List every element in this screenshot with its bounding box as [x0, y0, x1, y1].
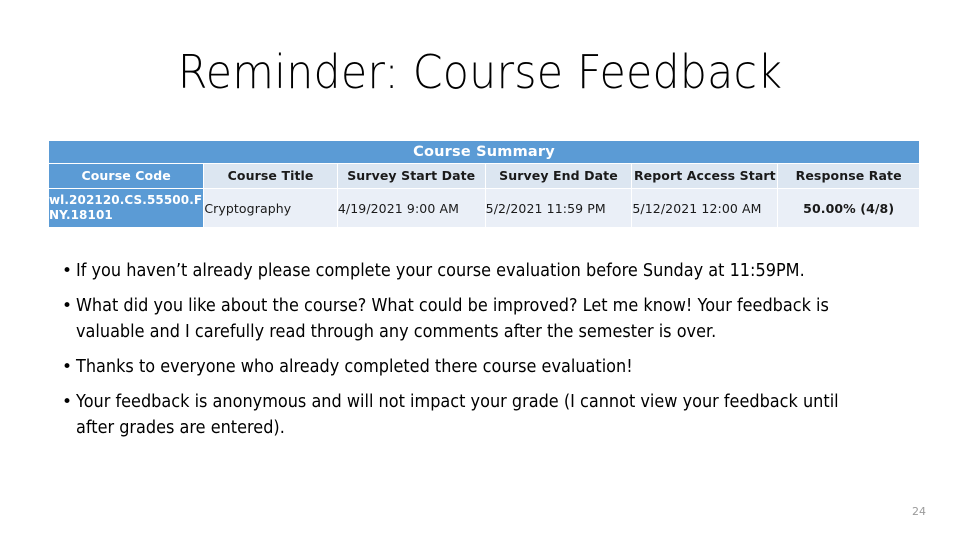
- slide-page-number: 24: [912, 505, 926, 518]
- list-item: • Your feedback is anonymous and will no…: [48, 389, 914, 441]
- cell-report-access-start: 5/12/2021 12:00 AM: [632, 189, 778, 227]
- bullet-list: • If you haven’t already please complete…: [48, 258, 914, 450]
- table-banner-title: Course Summary: [49, 141, 919, 163]
- course-summary-table: Course Summary Course Code Course Title …: [48, 140, 920, 228]
- cell-survey-start-date: 4/19/2021 9:00 AM: [337, 189, 485, 227]
- bullet-marker-icon: •: [62, 296, 73, 316]
- column-header-survey-end-date: Survey End Date: [485, 164, 632, 188]
- page-title: Reminder: Course Feedback: [177, 45, 783, 99]
- table-banner-row: Course Summary: [49, 141, 919, 163]
- table-header-row: Course Code Course Title Survey Start Da…: [49, 164, 919, 188]
- column-header-response-rate: Response Rate: [778, 164, 919, 188]
- cell-response-rate: 50.00% (4/8): [778, 189, 919, 227]
- list-item: • Thanks to everyone who already complet…: [48, 354, 914, 380]
- cell-course-title: Cryptography: [204, 189, 337, 227]
- list-item: • If you haven’t already please complete…: [48, 258, 914, 284]
- list-item: • What did you like about the course? Wh…: [48, 293, 914, 345]
- bullet-marker-icon: •: [62, 357, 73, 377]
- bullet-marker-icon: •: [62, 392, 73, 412]
- column-header-survey-start-date: Survey Start Date: [337, 164, 485, 188]
- list-item-text: Your feedback is anonymous and will not …: [76, 392, 839, 438]
- cell-survey-end-date: 5/2/2021 11:59 PM: [485, 189, 632, 227]
- table-row: wl.202120.CS.55500.FNY.18101 Cryptograph…: [49, 189, 919, 227]
- bullet-marker-icon: •: [62, 261, 73, 281]
- list-item-text: Thanks to everyone who already completed…: [76, 357, 633, 377]
- cell-course-code: wl.202120.CS.55500.FNY.18101: [49, 189, 204, 227]
- list-item-text: If you haven’t already please complete y…: [76, 261, 805, 281]
- column-header-course-code: Course Code: [49, 164, 204, 188]
- list-item-text: What did you like about the course? What…: [76, 296, 829, 342]
- column-header-course-title: Course Title: [204, 164, 337, 188]
- column-header-report-access-start: Report Access Start: [632, 164, 778, 188]
